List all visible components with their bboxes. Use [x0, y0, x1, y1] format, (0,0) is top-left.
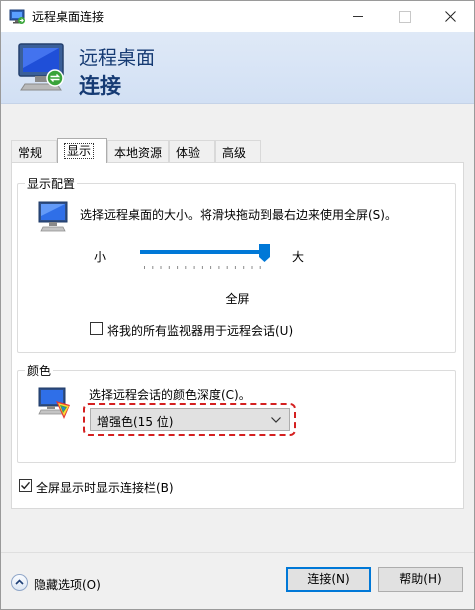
tab-label: 高级 [222, 146, 247, 160]
tab-local-resources[interactable]: 本地资源 [107, 140, 169, 162]
slider-tick [226, 266, 228, 269]
slider-tick [168, 266, 170, 269]
slider-fill [140, 250, 265, 254]
connection-bar-label: 全屏显示时显示连接栏(B) [36, 481, 174, 495]
color-depth-description: 选择远程会话的颜色深度(C)。 [89, 388, 251, 402]
tab-label: 本地资源 [114, 146, 163, 160]
tab-label: 常规 [18, 146, 43, 160]
color-group: 颜色 选择远程会话的颜色深度(C)。 增强色(15 位) [17, 362, 456, 463]
display-size-slider[interactable] [140, 244, 274, 270]
monitor-icon [38, 201, 68, 232]
connect-button[interactable]: 连接(N) [286, 567, 371, 592]
footer-divider [1, 552, 474, 553]
tab-advanced[interactable]: 高级 [215, 140, 261, 162]
tab-display[interactable]: 显示 [57, 138, 107, 163]
remote-desktop-monitor-icon [18, 43, 64, 91]
remote-desktop-icon [9, 9, 25, 24]
close-button[interactable] [428, 1, 474, 32]
group-title: 显示配置 [25, 175, 78, 192]
remote-desktop-window: 远程桌面连接 远程桌面 连接 常规 显示 本地资源 体验 高级 显示配置 选择远… [0, 0, 475, 610]
maximize-button [381, 1, 427, 32]
slider-tick [152, 266, 154, 269]
checkmark-icon [21, 481, 31, 490]
slider-tick [160, 266, 162, 269]
banner-title-line1: 远程桌面 [79, 47, 156, 69]
slider-min-label: 小 [94, 250, 107, 264]
slider-max-label: 大 [292, 250, 305, 264]
display-tab-panel: 显示配置 选择远程桌面的大小。将滑块拖动到最右边来使用全屏(S)。 小 大 全屏 [11, 162, 464, 509]
help-button[interactable]: 帮助(H) [378, 567, 463, 592]
slider-tick [259, 266, 261, 269]
color-depth-select[interactable]: 增强色(15 位) [90, 408, 290, 431]
slider-tick [210, 266, 212, 269]
slider-tick [218, 266, 220, 269]
slider-tick [251, 266, 253, 269]
display-size-description: 选择远程桌面的大小。将滑块拖动到最右边来使用全屏(S)。 [80, 208, 397, 222]
slider-thumb[interactable] [259, 244, 270, 262]
tab-experience[interactable]: 体验 [169, 140, 215, 162]
display-config-group: 显示配置 选择远程桌面的大小。将滑块拖动到最右边来使用全屏(S)。 小 大 全屏 [17, 175, 456, 353]
color-palette-monitor-icon [38, 387, 70, 419]
slider-tick [144, 266, 145, 269]
all-monitors-checkbox[interactable] [90, 322, 103, 335]
slider-tick [193, 266, 195, 269]
tab-general[interactable]: 常规 [11, 140, 57, 162]
slider-tick [177, 266, 179, 269]
banner-title-line2: 连接 [79, 74, 121, 98]
tab-label: 显示 [64, 143, 95, 159]
title-bar[interactable]: 远程桌面连接 [1, 1, 474, 32]
group-title: 颜色 [25, 362, 54, 379]
window-title: 远程桌面连接 [32, 10, 105, 24]
tab-label: 体验 [176, 146, 201, 160]
all-monitors-label: 将我的所有监视器用于远程会话(U) [107, 324, 294, 338]
color-depth-value: 增强色(15 位) [97, 415, 174, 429]
slider-tick [243, 266, 245, 269]
chevron-down-icon [271, 417, 281, 423]
hide-options-circle [11, 574, 28, 591]
slider-tick [201, 266, 203, 269]
header-banner: 远程桌面 连接 [1, 32, 474, 104]
slider-ticks [144, 266, 261, 269]
slider-value-label: 全屏 [225, 292, 250, 306]
slider-tick [185, 266, 187, 269]
chevron-up-icon [15, 579, 24, 585]
connection-bar-checkbox[interactable] [19, 479, 32, 492]
slider-tick [234, 266, 236, 269]
minimize-button[interactable] [335, 1, 381, 32]
close-icon [445, 11, 456, 22]
hide-options-label: 隐藏选项(O) [34, 578, 101, 592]
